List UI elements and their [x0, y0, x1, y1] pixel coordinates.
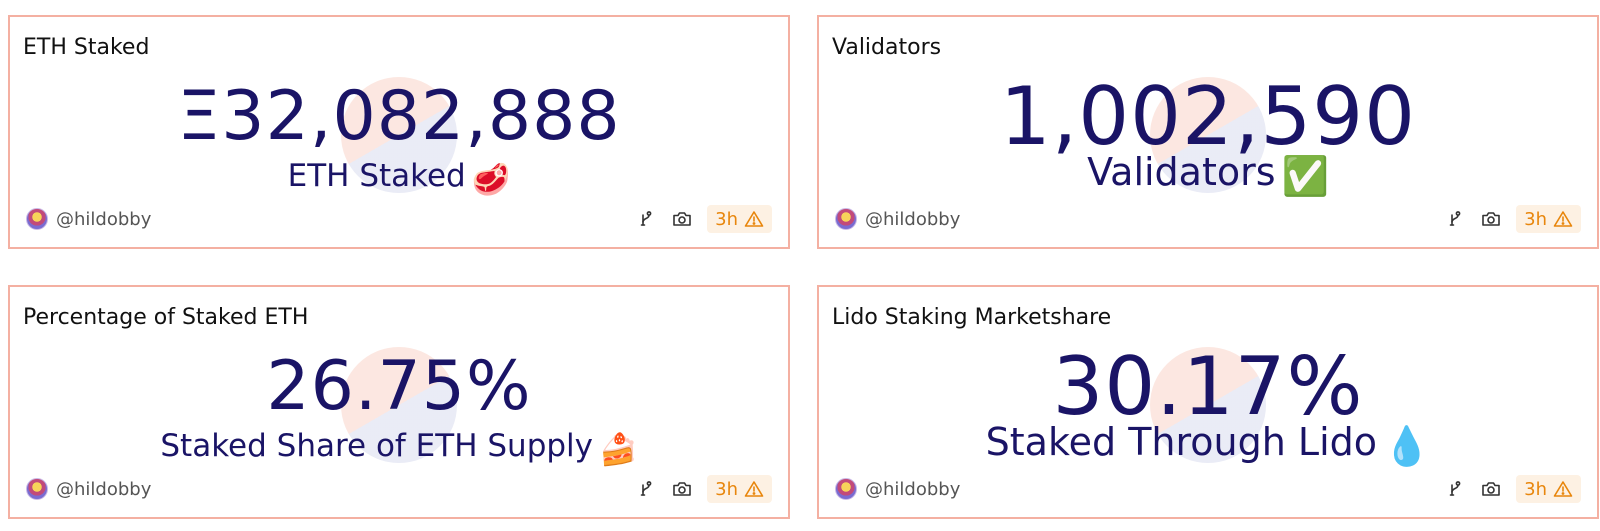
counter-card-validators: Validators 1,002,590 Validators ✅ @hildob… — [817, 15, 1599, 249]
author-link[interactable]: @hildobby — [835, 475, 960, 503]
avatar — [835, 478, 857, 500]
author-name: @hildobby — [865, 478, 961, 500]
age-text: 3h — [715, 478, 738, 500]
refresh-age-badge[interactable]: 3h — [707, 205, 772, 233]
warning-icon — [1553, 481, 1573, 497]
counter-card-eth-staked: ETH Staked Ξ32,082,888 ETH Staked 🥩 @hild… — [8, 15, 790, 249]
card-footer: @hildobby 3h — [819, 205, 1597, 233]
card-footer: @hildobby 3h — [10, 205, 788, 233]
card-actions: 3h — [635, 205, 772, 233]
refresh-age-badge[interactable]: 3h — [707, 475, 772, 503]
fork-icon[interactable] — [1444, 208, 1466, 230]
avatar — [835, 208, 857, 230]
counter-card-lido-marketshare: Lido Staking Marketshare 30.17% Staked T… — [817, 285, 1599, 519]
counter-emoji: ✅ — [1281, 154, 1329, 198]
counter-label-text: Validators — [1087, 150, 1276, 194]
author-link[interactable]: @hildobby — [26, 475, 151, 503]
age-text: 3h — [1524, 208, 1547, 230]
fork-icon[interactable] — [1444, 478, 1466, 500]
card-actions: 3h — [1444, 205, 1581, 233]
counter-emoji: 🥩 — [471, 162, 511, 198]
card-actions: 3h — [635, 475, 772, 503]
counter-emoji: 💧 — [1383, 424, 1431, 468]
refresh-age-badge[interactable]: 3h — [1516, 475, 1581, 503]
counter-label-text: Staked Share of ETH Supply — [160, 428, 594, 464]
camera-icon[interactable] — [671, 208, 693, 230]
fork-icon[interactable] — [635, 478, 657, 500]
avatar — [26, 208, 48, 230]
counter-label: Validators ✅ — [819, 153, 1597, 195]
age-text: 3h — [1524, 478, 1547, 500]
counter-value: 26.75% — [266, 347, 532, 426]
warning-icon — [744, 211, 764, 227]
age-text: 3h — [715, 208, 738, 230]
refresh-age-badge[interactable]: 3h — [1516, 205, 1581, 233]
author-name: @hildobby — [56, 208, 152, 230]
card-title[interactable]: ETH Staked — [23, 35, 149, 60]
author-name: @hildobby — [56, 478, 152, 500]
card-footer: @hildobby 3h — [819, 475, 1597, 503]
counter-emoji: 🍰 — [599, 432, 638, 468]
counter-label: Staked Share of ETH Supply 🍰 — [10, 431, 788, 466]
warning-icon — [744, 481, 764, 497]
counter-value: Ξ32,082,888 — [177, 77, 621, 156]
card-title[interactable]: Percentage of Staked ETH — [23, 305, 308, 330]
card-title[interactable]: Lido Staking Marketshare — [832, 305, 1111, 330]
fork-icon[interactable] — [635, 208, 657, 230]
author-name: @hildobby — [865, 208, 961, 230]
counter-card-percentage-staked: Percentage of Staked ETH 26.75% Staked S… — [8, 285, 790, 519]
avatar — [26, 478, 48, 500]
card-footer: @hildobby 3h — [10, 475, 788, 503]
counter-label-text: Staked Through Lido — [985, 420, 1377, 464]
camera-icon[interactable] — [1480, 478, 1502, 500]
author-link[interactable]: @hildobby — [835, 205, 960, 233]
warning-icon — [1553, 211, 1573, 227]
card-title[interactable]: Validators — [832, 35, 941, 60]
counter-label: Staked Through Lido 💧 — [819, 423, 1597, 465]
author-link[interactable]: @hildobby — [26, 205, 151, 233]
counter-value: 1,002,590 — [999, 70, 1417, 163]
counter-value: 30.17% — [1052, 340, 1364, 433]
counter-label: ETH Staked 🥩 — [10, 161, 788, 196]
camera-icon[interactable] — [671, 478, 693, 500]
counter-label-text: ETH Staked — [287, 158, 466, 194]
camera-icon[interactable] — [1480, 208, 1502, 230]
card-actions: 3h — [1444, 475, 1581, 503]
